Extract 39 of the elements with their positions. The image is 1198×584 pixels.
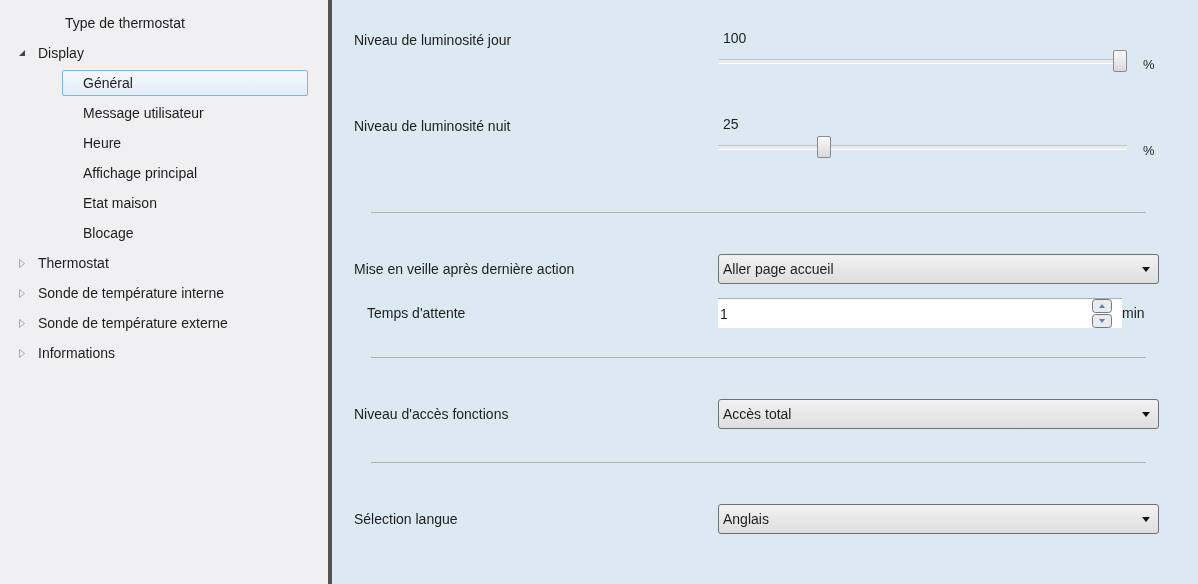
tree-item[interactable]: Sonde de température externe (38, 315, 228, 331)
expand-arrow-icon[interactable] (18, 258, 26, 268)
tree-item[interactable]: Message utilisateur (62, 100, 308, 126)
tree-item[interactable]: Display (38, 45, 84, 61)
slider-value: 25 (723, 116, 739, 132)
expand-arrow-icon[interactable] (18, 348, 26, 358)
setting-label: Niveau de luminosité jour (354, 31, 513, 50)
tree-item[interactable]: Informations (38, 345, 116, 361)
dropdown[interactable]: Aller page accueil (718, 254, 1159, 284)
dropdown-arrow-icon (1142, 516, 1150, 522)
setting-label: Niveau d'accès fonctions (354, 406, 510, 422)
collapse-arrow-icon[interactable] (18, 49, 26, 57)
slider-thumb[interactable] (816, 136, 831, 158)
expand-arrow-icon[interactable] (18, 288, 26, 298)
unit-label: % (1143, 142, 1155, 158)
decrement-button[interactable] (1092, 313, 1112, 328)
tree-item[interactable]: Type de thermostat (65, 15, 185, 31)
tree-item[interactable]: Blocage (62, 220, 308, 246)
increment-button[interactable] (1092, 298, 1112, 313)
setting-label: Mise en veille après dernière action (354, 261, 576, 277)
dropdown[interactable]: Anglais (718, 504, 1159, 534)
tree-item[interactable]: Affichage principal (62, 160, 308, 186)
setting-label: Niveau de luminosité nuit (354, 117, 512, 136)
dropdown-arrow-icon (1142, 411, 1150, 417)
setting-label: Sélection langue (354, 511, 459, 527)
dropdown[interactable]: Accès total (718, 399, 1159, 429)
unit-label: min (1122, 305, 1145, 321)
tree-item[interactable]: Heure (62, 130, 308, 156)
slider-value: 100 (723, 30, 747, 46)
unit-label: % (1143, 56, 1155, 72)
dropdown-arrow-icon (1142, 266, 1150, 272)
setting-label: Temps d'attente (366, 305, 467, 321)
slider-thumb[interactable] (1113, 50, 1127, 72)
expand-arrow-icon[interactable] (18, 318, 26, 328)
number-field[interactable]: 1 (718, 298, 1122, 328)
tree-item[interactable]: Sonde de température interne (38, 285, 224, 301)
tree-item[interactable]: Thermostat (38, 255, 109, 271)
tree-item[interactable]: Etat maison (62, 190, 308, 216)
tree-item[interactable]: Général (62, 70, 308, 96)
